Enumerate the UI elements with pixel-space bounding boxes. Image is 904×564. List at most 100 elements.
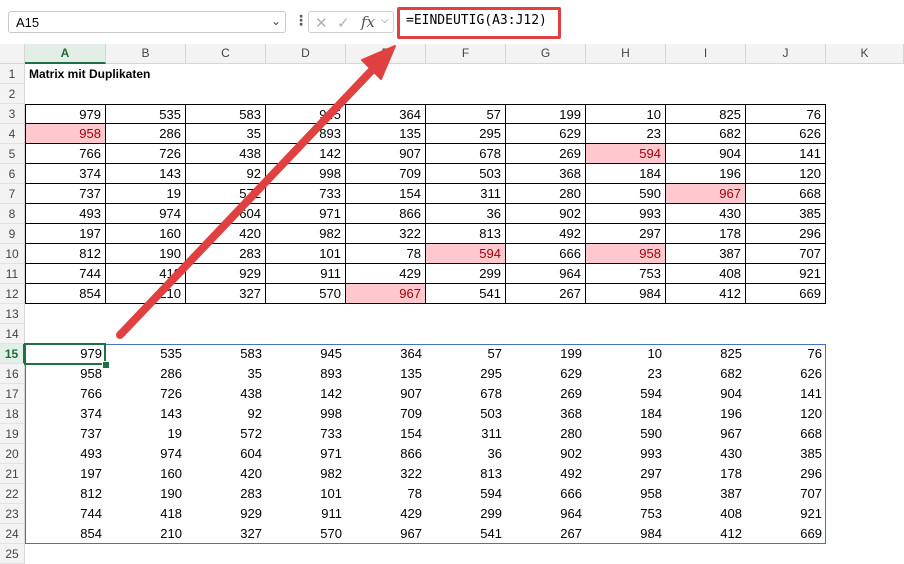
row-header-20[interactable]: 20 xyxy=(0,444,25,464)
matrix-cell[interactable]: 590 xyxy=(586,184,666,204)
result-cell[interactable]: 311 xyxy=(426,424,506,444)
result-cell[interactable]: 327 xyxy=(186,524,266,544)
result-cell[interactable]: 812 xyxy=(25,484,106,504)
matrix-cell[interactable]: 364 xyxy=(346,104,426,124)
result-cell[interactable]: 196 xyxy=(666,404,746,424)
result-cell[interactable]: 733 xyxy=(266,424,346,444)
result-cell[interactable]: 141 xyxy=(746,384,826,404)
row-header-25[interactable]: 25 xyxy=(0,544,25,564)
result-cell[interactable]: 572 xyxy=(186,424,266,444)
result-cell[interactable]: 993 xyxy=(586,444,666,464)
row-header-19[interactable]: 19 xyxy=(0,424,25,444)
result-cell[interactable]: 964 xyxy=(506,504,586,524)
result-cell[interactable]: 36 xyxy=(426,444,506,464)
matrix-cell[interactable]: 35 xyxy=(186,124,266,144)
matrix-cell[interactable]: 709 xyxy=(346,164,426,184)
matrix-cell[interactable]: 682 xyxy=(666,124,746,144)
matrix-cell[interactable]: 958 xyxy=(586,244,666,264)
matrix-cell[interactable]: 197 xyxy=(25,224,106,244)
result-cell[interactable]: 92 xyxy=(186,404,266,424)
row-header-1[interactable]: 1 xyxy=(0,64,25,84)
result-cell[interactable]: 374 xyxy=(25,404,106,424)
result-cell[interactable]: 160 xyxy=(106,464,186,484)
matrix-cell[interactable]: 23 xyxy=(586,124,666,144)
result-cell[interactable]: 430 xyxy=(666,444,746,464)
result-cell[interactable]: 825 xyxy=(666,344,746,364)
result-cell[interactable]: 387 xyxy=(666,484,746,504)
result-cell[interactable]: 199 xyxy=(506,344,586,364)
matrix-cell[interactable]: 280 xyxy=(506,184,586,204)
result-cell[interactable]: 669 xyxy=(746,524,826,544)
row-header-3[interactable]: 3 xyxy=(0,104,25,124)
result-cell[interactable]: 668 xyxy=(746,424,826,444)
result-cell[interactable]: 385 xyxy=(746,444,826,464)
result-cell[interactable]: 766 xyxy=(25,384,106,404)
matrix-cell[interactable]: 387 xyxy=(666,244,746,264)
row-header-4[interactable]: 4 xyxy=(0,124,25,144)
result-cell[interactable]: 958 xyxy=(586,484,666,504)
result-cell[interactable]: 492 xyxy=(506,464,586,484)
column-header-f[interactable]: F xyxy=(426,44,506,64)
matrix-cell[interactable]: 120 xyxy=(746,164,826,184)
result-cell[interactable]: 101 xyxy=(266,484,346,504)
matrix-cell[interactable]: 492 xyxy=(506,224,586,244)
column-header-b[interactable]: B xyxy=(106,44,186,64)
matrix-cell[interactable]: 196 xyxy=(666,164,746,184)
matrix-cell[interactable]: 178 xyxy=(666,224,746,244)
result-cell[interactable]: 967 xyxy=(346,524,426,544)
result-cell[interactable]: 967 xyxy=(666,424,746,444)
result-cell[interactable]: 974 xyxy=(106,444,186,464)
result-cell[interactable]: 190 xyxy=(106,484,186,504)
row-header-21[interactable]: 21 xyxy=(0,464,25,484)
column-header-d[interactable]: D xyxy=(266,44,346,64)
result-cell[interactable]: 709 xyxy=(346,404,426,424)
matrix-cell[interactable]: 10 xyxy=(586,104,666,124)
matrix-cell[interactable]: 604 xyxy=(186,204,266,224)
result-cell[interactable]: 583 xyxy=(186,344,266,364)
result-cell[interactable]: 604 xyxy=(186,444,266,464)
result-cell[interactable]: 907 xyxy=(346,384,426,404)
result-cell[interactable]: 929 xyxy=(186,504,266,524)
matrix-cell[interactable]: 160 xyxy=(106,224,186,244)
result-cell[interactable]: 998 xyxy=(266,404,346,424)
matrix-cell[interactable]: 297 xyxy=(586,224,666,244)
row-header-14[interactable]: 14 xyxy=(0,324,25,344)
matrix-cell[interactable]: 678 xyxy=(426,144,506,164)
matrix-cell[interactable]: 267 xyxy=(506,284,586,304)
column-header-c[interactable]: C xyxy=(186,44,266,64)
row-header-15[interactable]: 15 xyxy=(0,344,25,364)
matrix-cell[interactable]: 866 xyxy=(346,204,426,224)
matrix-cell[interactable]: 78 xyxy=(346,244,426,264)
matrix-cell[interactable]: 19 xyxy=(106,184,186,204)
matrix-cell[interactable]: 812 xyxy=(25,244,106,264)
matrix-cell[interactable]: 418 xyxy=(106,264,186,284)
matrix-cell[interactable]: 929 xyxy=(186,264,266,284)
matrix-cell[interactable]: 583 xyxy=(186,104,266,124)
matrix-cell[interactable]: 57 xyxy=(426,104,506,124)
result-cell[interactable]: 726 xyxy=(106,384,186,404)
result-cell[interactable]: 737 xyxy=(25,424,106,444)
matrix-cell[interactable]: 737 xyxy=(25,184,106,204)
matrix-cell[interactable]: 825 xyxy=(666,104,746,124)
result-cell[interactable]: 178 xyxy=(666,464,746,484)
result-cell[interactable]: 744 xyxy=(25,504,106,524)
result-cell[interactable]: 626 xyxy=(746,364,826,384)
row-header-6[interactable]: 6 xyxy=(0,164,25,184)
matrix-cell[interactable]: 327 xyxy=(186,284,266,304)
cancel-icon[interactable]: ✕ xyxy=(315,14,328,32)
matrix-cell[interactable]: 998 xyxy=(266,164,346,184)
result-cell[interactable]: 322 xyxy=(346,464,426,484)
matrix-cell[interactable]: 92 xyxy=(186,164,266,184)
result-cell[interactable]: 368 xyxy=(506,404,586,424)
matrix-cell[interactable]: 412 xyxy=(666,284,746,304)
matrix-cell[interactable]: 286 xyxy=(106,124,186,144)
matrix-cell[interactable]: 210 xyxy=(106,284,186,304)
result-cell[interactable]: 283 xyxy=(186,484,266,504)
row-header-18[interactable]: 18 xyxy=(0,404,25,424)
result-cell[interactable]: 210 xyxy=(106,524,186,544)
result-cell[interactable]: 57 xyxy=(426,344,506,364)
matrix-cell[interactable]: 311 xyxy=(426,184,506,204)
matrix-cell[interactable]: 570 xyxy=(266,284,346,304)
matrix-cell[interactable]: 911 xyxy=(266,264,346,284)
matrix-cell[interactable]: 535 xyxy=(106,104,186,124)
